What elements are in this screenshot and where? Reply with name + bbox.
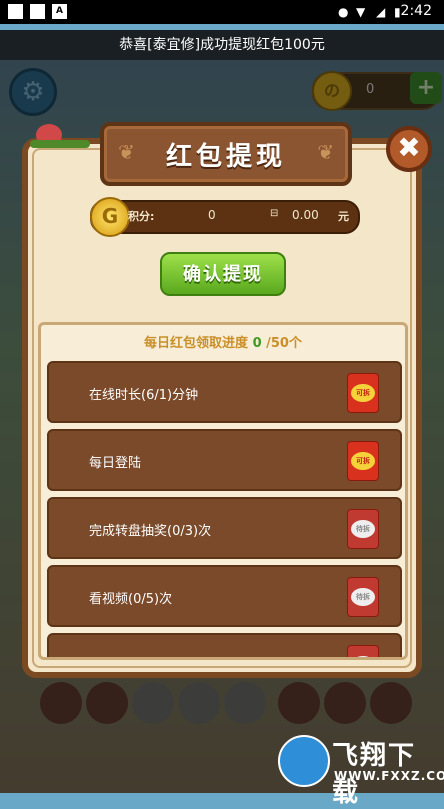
task-label: 每日登陆 [89,456,142,471]
red-envelope-button[interactable] [347,645,379,657]
score-bar: G 积分: 0 ⊟ 0.00 元 [90,197,360,237]
notification-icon [30,4,45,19]
envelope-badge: 待拆 [351,520,375,538]
progress-prefix: 每日红包领取进度 [144,336,249,351]
dialog-title: 红包提现 [165,142,286,172]
envelope-badge: 待拆 [351,588,375,606]
task-row: 完成转盘抽奖(0/3)次 待拆 [47,497,402,559]
score-label: 积分: [128,210,155,223]
notification-icon [8,4,23,19]
red-envelope-button[interactable]: 可拆 [347,441,379,481]
dialog-title-plaque: ❦ 红包提现 ❦ [100,122,352,186]
envelope-badge: 可拆 [351,452,375,470]
location-icon: ● [338,5,349,19]
score-value: 0 [208,208,216,222]
red-envelope-button[interactable]: 待拆 [347,577,379,617]
equals-icon: ⊟ [270,208,279,219]
wheat-icon: ❦ [317,140,334,164]
task-label: 在线时长(6/1)分钟 [89,388,199,403]
task-row: 每日登陆 可拆 [47,429,402,491]
close-button[interactable]: ✖ [386,126,432,172]
site-watermark: 飞翔下载 WWW.FXXZ.COM [278,735,444,808]
money-value: 0.00 [292,208,319,222]
task-panel: 每日红包领取进度 0 /50个 在线时长(6/1)分钟 可拆 每日登陆 可拆 完… [38,322,408,660]
task-row: 看视频(0/5)次 待拆 [47,565,402,627]
envelope-badge: 可拆 [351,384,375,402]
status-bar: A ● ▼ ◢ ▮ 2:42 [0,0,444,24]
task-label: 看视频(0/5)次 [89,592,173,607]
money-unit: 元 [338,210,349,223]
progress-header: 每日红包领取进度 0 /50个 [41,332,405,351]
watermark-url: WWW.FXXZ.COM [334,769,444,783]
withdraw-notice-banner: 恭喜[泰宜修]成功提现红包100元 [0,30,444,60]
wifi-icon: ▼ [356,5,366,19]
red-envelope-button[interactable]: 待拆 [347,509,379,549]
progress-suffix: /50个 [266,336,302,351]
task-label: 完成转盘抽奖(0/3)次 [89,524,212,539]
envelope-badge [351,656,375,657]
vine-decoration [30,140,90,148]
gold-coin-icon: G [90,197,130,237]
signal-icon: ◢ [376,5,386,19]
progress-count: 0 [252,336,262,351]
app-notification-icon: A [52,4,67,19]
red-envelope-button[interactable]: 可拆 [347,373,379,413]
task-row [47,633,402,657]
confirm-withdraw-button[interactable]: 确认提现 [160,252,286,296]
watermark-logo-icon [278,735,330,787]
clock: 2:42 [400,3,432,19]
task-row: 在线时长(6/1)分钟 可拆 [47,361,402,423]
